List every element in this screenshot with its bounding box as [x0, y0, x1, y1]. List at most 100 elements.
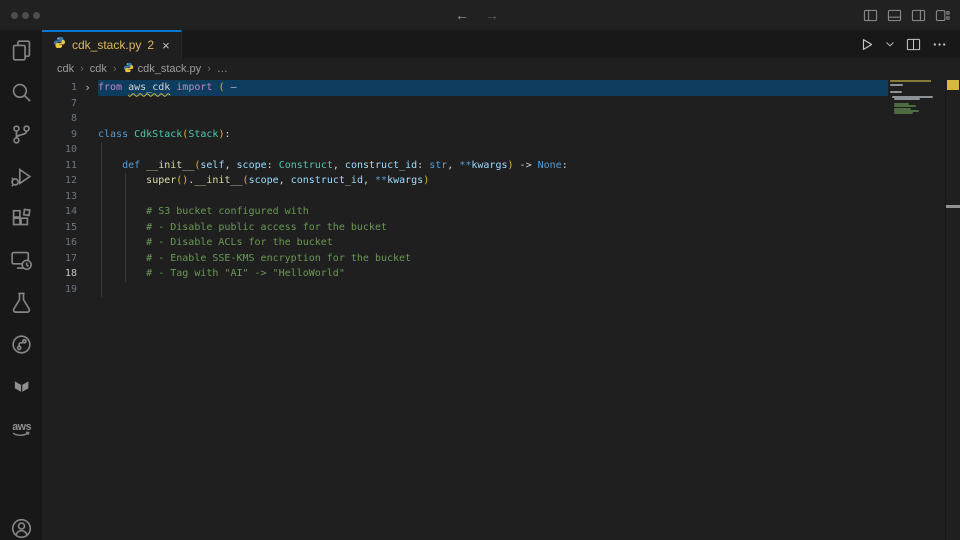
python-file-icon	[123, 62, 134, 76]
customize-layout-icon[interactable]	[935, 8, 950, 23]
explorer-icon[interactable]	[9, 38, 33, 62]
breadcrumb-item[interactable]: cdk	[90, 63, 107, 75]
run-icon[interactable]	[859, 37, 874, 52]
code-line[interactable]: 9class CdkStack(Stack):	[42, 127, 960, 143]
line-number: 8	[42, 113, 77, 124]
code-token	[98, 175, 146, 186]
indent-guide	[101, 251, 102, 267]
toggle-secondary-sidebar-icon[interactable]	[911, 8, 926, 23]
split-editor-icon[interactable]	[906, 37, 921, 52]
code-line[interactable]: 10	[42, 142, 960, 158]
run-dropdown-icon[interactable]	[885, 39, 895, 49]
code-editor[interactable]: 1›from aws_cdk import ( – 7 8 9class CdkSta…	[42, 80, 960, 540]
code-line[interactable]: 15 # - Disable public access for the buc…	[42, 220, 960, 236]
toggle-primary-sidebar-icon[interactable]	[863, 8, 878, 23]
code-token: aws_cdk	[128, 82, 170, 93]
minimap-modified-marker	[890, 80, 931, 82]
more-icon[interactable]	[932, 37, 947, 52]
close-icon[interactable]: ×	[160, 39, 172, 52]
code-line[interactable]: 12 super().__init__(scope, construct_id,…	[42, 173, 960, 189]
indent-guide	[101, 158, 102, 174]
code-token: :	[562, 160, 568, 171]
code-line[interactable]: 7	[42, 96, 960, 112]
forward-arrow-icon[interactable]: →	[485, 7, 499, 23]
code-token: ,	[224, 160, 236, 171]
toggle-panel-icon[interactable]	[887, 8, 902, 23]
code-token: **	[459, 160, 471, 171]
back-arrow-icon[interactable]: ←	[455, 7, 469, 23]
circled-branch-icon[interactable]	[9, 332, 33, 356]
code-line[interactable]: 13	[42, 189, 960, 205]
code-token: self	[200, 160, 224, 171]
code-line[interactable]: 14 # S3 bucket configured with	[42, 204, 960, 220]
code-token: :	[267, 160, 279, 171]
editor-area: cdk_stack.py 2 × cdk›cdk›cdk_stack.py›… …	[42, 30, 960, 540]
code-token: :	[417, 160, 429, 171]
extensions-icon[interactable]	[9, 206, 33, 230]
gutter: 1›	[42, 81, 98, 94]
tab-label: cdk_stack.py	[72, 38, 141, 52]
account-icon[interactable]	[9, 516, 33, 540]
tab-bar: cdk_stack.py 2 ×	[42, 30, 960, 58]
code-token: ,	[363, 175, 375, 186]
code-token: )	[423, 175, 429, 186]
indent-guide	[101, 204, 102, 220]
line-number: 18	[42, 268, 77, 279]
indent-guide	[125, 189, 126, 205]
minimap-line	[890, 91, 902, 93]
python-file-icon	[53, 36, 66, 54]
code-token: Stack	[188, 129, 218, 140]
code-line[interactable]: 8	[42, 111, 960, 127]
breadcrumb-item[interactable]: cdk	[57, 63, 74, 75]
breadcrumb-item[interactable]: cdk_stack.py	[123, 62, 202, 76]
code-text: # - Disable public access for the bucket	[98, 220, 960, 236]
window-minimize-icon[interactable]	[22, 12, 29, 19]
line-number: 12	[42, 175, 77, 186]
minimap-line	[894, 112, 912, 114]
window-maximize-icon[interactable]	[33, 12, 40, 19]
window-controls[interactable]	[0, 12, 40, 19]
indent-guide	[101, 189, 102, 205]
code-line[interactable]: 16 # - Disable ACLs for the bucket	[42, 235, 960, 251]
indent-guide	[125, 251, 126, 267]
code-text: # - Disable ACLs for the bucket	[98, 235, 960, 251]
minimap-line	[894, 105, 916, 107]
code-token: ->	[514, 160, 538, 171]
fold-chevron-icon[interactable]: ›	[77, 81, 98, 94]
line-number: 11	[42, 160, 77, 171]
code-line[interactable]: 18 # - Tag with "AI" -> "HelloWorld"	[42, 266, 960, 282]
code-line[interactable]: 11 def __init__(self, scope: Construct, …	[42, 158, 960, 174]
gutter: 11	[42, 160, 98, 171]
code-token: # - Disable public access for the bucket	[98, 222, 387, 233]
code-line[interactable]: 19	[42, 282, 960, 298]
breadcrumb-item[interactable]: …	[217, 63, 228, 75]
scrollbar-overview-ruler[interactable]	[945, 80, 960, 540]
remote-explorer-icon[interactable]	[9, 248, 33, 272]
testing-icon[interactable]	[9, 290, 33, 314]
tab-cdk-stack[interactable]: cdk_stack.py 2 ×	[42, 30, 182, 58]
code-line[interactable]: 1›from aws_cdk import ( –	[42, 80, 960, 96]
code-text	[98, 189, 960, 205]
code-token: __init__	[146, 160, 194, 171]
code-token: str	[429, 160, 447, 171]
code-line[interactable]: 17 # - Enable SSE-KMS encryption for the…	[42, 251, 960, 267]
gutter: 16	[42, 237, 98, 248]
code-lines[interactable]: 1›from aws_cdk import ( – 7 8 9class CdkSta…	[42, 80, 960, 540]
window-close-icon[interactable]	[11, 12, 18, 19]
code-text: def __init__(self, scope: Construct, con…	[98, 158, 960, 174]
terraform-icon[interactable]	[9, 374, 33, 398]
aws-icon[interactable]: aws	[9, 416, 33, 440]
line-number: 7	[42, 98, 77, 109]
code-token: **	[375, 175, 387, 186]
source-control-icon[interactable]	[9, 122, 33, 146]
run-and-debug-icon[interactable]	[9, 164, 33, 188]
line-number: 10	[42, 144, 77, 155]
code-token: scope	[249, 175, 279, 186]
code-token: # - Tag with "AI" -> "HelloWorld"	[98, 268, 345, 279]
minimap[interactable]	[888, 80, 946, 540]
search-icon[interactable]	[9, 80, 33, 104]
code-token: # - Disable ACLs for the bucket	[98, 237, 333, 248]
breadcrumb: cdk›cdk›cdk_stack.py›…	[42, 58, 960, 80]
line-number: 1	[42, 82, 77, 93]
history-navigation: ← →	[455, 0, 499, 30]
